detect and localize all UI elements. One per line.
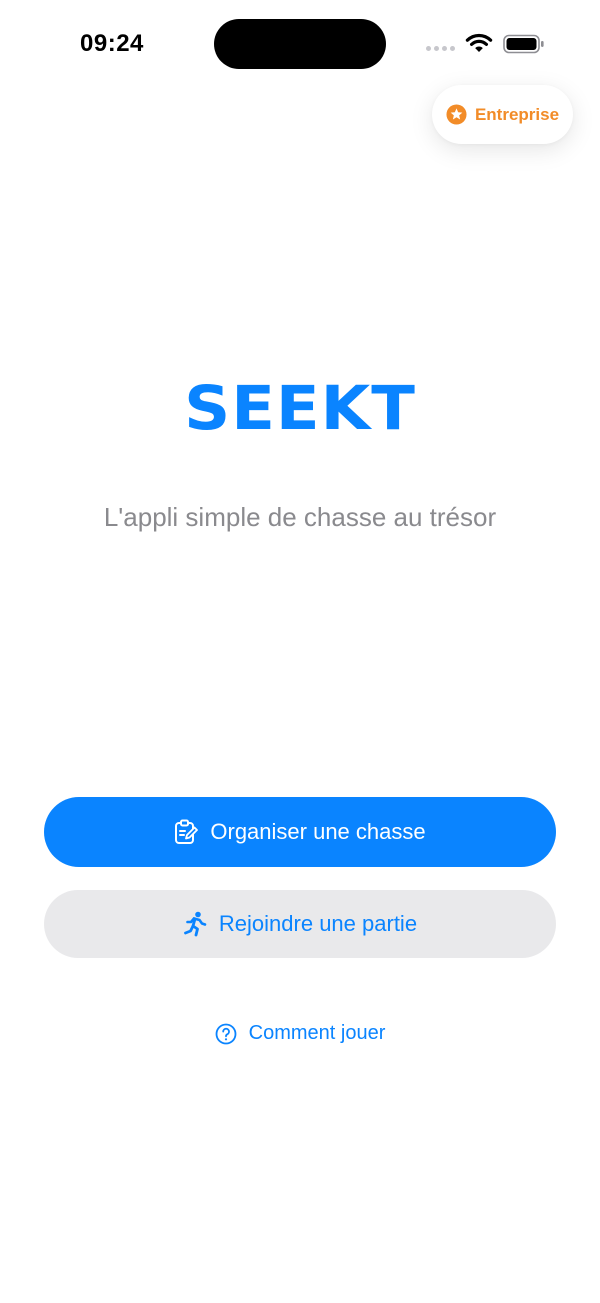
dynamic-island (214, 19, 386, 69)
status-time: 09:24 (80, 30, 144, 57)
organize-hunt-button[interactable]: Organiser une chasse (44, 797, 556, 867)
clipboard-edit-icon (175, 819, 199, 844)
running-person-icon (184, 911, 207, 937)
join-game-label: Rejoindre une partie (218, 911, 418, 936)
star-circle-icon (446, 104, 467, 125)
organize-hunt-label: Organiser une chasse (210, 819, 426, 844)
how-to-play-link[interactable]: Comment jouer (0, 1022, 600, 1045)
app-logo: SEEKT (184, 373, 416, 445)
entreprise-label: Entreprise (474, 104, 560, 124)
how-to-play-label: Comment jouer (248, 1022, 386, 1044)
question-circle-icon (215, 1023, 237, 1044)
entreprise-button[interactable]: Entreprise (432, 85, 573, 144)
cellular-signal-icon (426, 46, 455, 51)
tagline: L'appli simple de chasse au trésor (103, 502, 497, 532)
join-game-button[interactable]: Rejoindre une partie (44, 890, 556, 958)
wifi-icon (465, 33, 493, 52)
battery-icon (503, 34, 544, 54)
